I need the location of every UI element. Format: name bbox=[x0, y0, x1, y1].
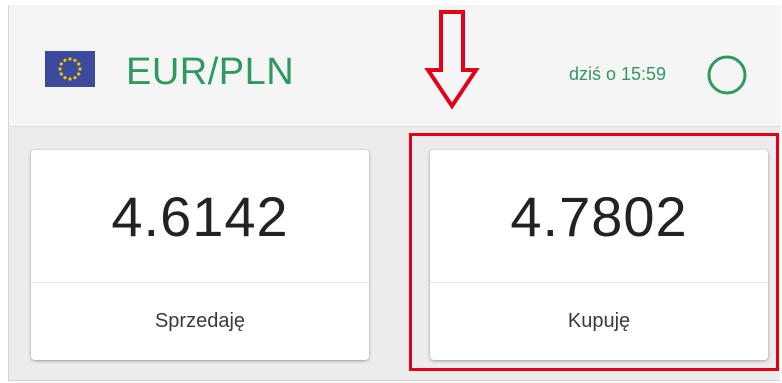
last-updated-time: dziś o 15:59 bbox=[569, 64, 667, 84]
sell-card[interactable]: 4.6142 Sprzedaję bbox=[31, 150, 369, 360]
eu-flag-icon bbox=[45, 51, 95, 87]
refresh-ring-icon[interactable] bbox=[705, 53, 749, 97]
currency-pair-title: EUR/PLN bbox=[126, 51, 295, 93]
down-arrow-icon bbox=[424, 10, 480, 110]
sell-rate: 4.6142 bbox=[111, 184, 289, 248]
highlight-box bbox=[409, 133, 779, 371]
widget-header: EUR/PLN dziś o 15:59 bbox=[9, 5, 781, 127]
sell-button[interactable]: Sprzedaję bbox=[31, 282, 369, 360]
